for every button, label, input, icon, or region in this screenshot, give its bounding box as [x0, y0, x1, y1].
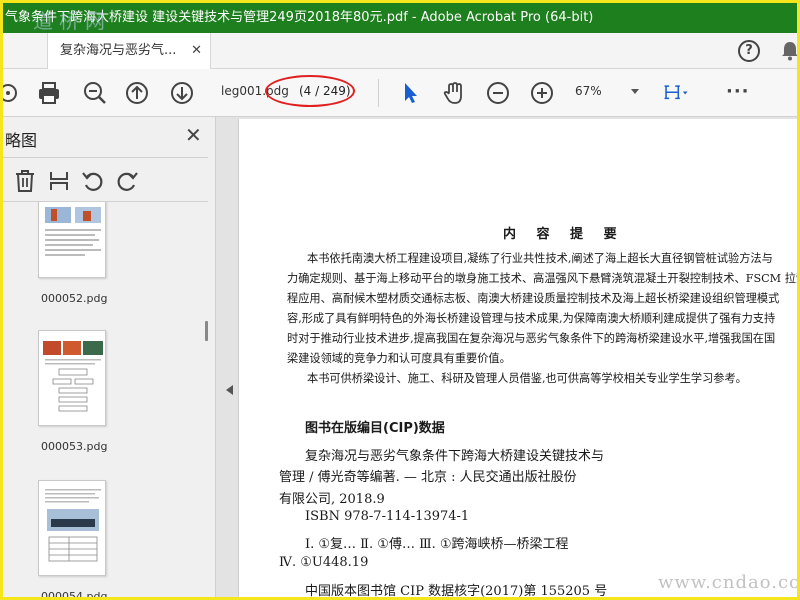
collapse-panel-icon[interactable] — [226, 385, 233, 395]
thumbnail-label: 000054.pdg — [41, 590, 108, 600]
cip-line: 中国版本图书馆 CIP 数据核字(2017)第 155205 号 — [305, 584, 608, 599]
zoom-dropdown[interactable]: 67% — [575, 84, 645, 98]
thumbnails-panel: 略图 ✕ 000052.pdg 000053.pdg 000054.pdg — [3, 117, 216, 600]
bell-icon[interactable] — [781, 41, 799, 61]
summary-line: 容,形成了具有鲜明特色的外海长桥建设管理与技术成果,为保障南澳大桥顺利建成提供了… — [287, 312, 776, 325]
document-tab-label: 复杂海况与恶劣气... — [60, 43, 177, 58]
cip-line: ISBN 978-7-114-13974-1 — [305, 509, 470, 524]
save-icon[interactable] — [0, 80, 21, 106]
rotate-left-icon[interactable] — [81, 169, 105, 193]
page-thumbnail[interactable] — [38, 202, 106, 278]
panel-scrollbar[interactable] — [205, 321, 208, 341]
annotation-circle — [265, 75, 355, 107]
cip-line: 管理 / 傅光奇等编著. — 北京 : 人民交通出版社股份 — [279, 470, 577, 485]
thumbnail-label: 000053.pdg — [41, 440, 108, 453]
window-titlebar: 气象条件下跨海大桥建设 建设关键技术与管理249页2018年80元.pdf - … — [3, 3, 797, 33]
page-thumbnail[interactable] — [38, 330, 106, 426]
thumbnail-image — [43, 341, 103, 412]
document-view: 内 容 提 要 本书依托南澳大桥工程建设项目,凝练了行业共性技术,阐述了海上超长… — [216, 117, 800, 599]
chevron-down-icon — [631, 89, 639, 94]
thumbnail-list: 000052.pdg 000053.pdg 000054.pdg — [3, 202, 208, 600]
thumbnail-image — [45, 489, 101, 562]
hand-tool-icon[interactable] — [441, 80, 467, 106]
toolbar-divider — [378, 79, 379, 107]
summary-line: 时对于推动行业技术进步,提高我国在复杂海况与恶劣气象条件下的跨海桥梁建设水平,增… — [287, 332, 776, 345]
zoom-value: 67% — [575, 84, 602, 98]
select-cursor-icon[interactable] — [397, 80, 423, 106]
panel-divider — [3, 157, 208, 158]
thumbnail-label: 000052.pdg — [41, 292, 108, 305]
thumbnail-image — [45, 207, 101, 256]
zoom-out-search-icon[interactable] — [82, 80, 108, 106]
main-toolbar: leg001.pdg (4 / 249) 67% ··· — [3, 69, 797, 117]
document-tab[interactable]: 复杂海况与恶劣气... ✕ — [47, 33, 211, 69]
previous-page-icon[interactable] — [124, 80, 150, 106]
window-title: 气象条件下跨海大桥建设 建设关键技术与管理249页2018年80元.pdf - … — [5, 10, 594, 25]
print-icon[interactable] — [36, 80, 62, 106]
delete-page-icon[interactable] — [13, 169, 37, 193]
panel-close-icon[interactable]: ✕ — [185, 123, 202, 147]
cip-line: 复杂海况与恶劣气象条件下跨海大桥建设关键技术与 — [305, 449, 605, 464]
document-page: 内 容 提 要 本书依托南澳大桥工程建设项目,凝练了行业共性技术,阐述了海上超长… — [238, 119, 800, 599]
watermark-bottom: www.cndao.com — [658, 572, 800, 593]
tab-close-icon[interactable]: ✕ — [191, 33, 202, 69]
more-tools-icon[interactable]: ··· — [726, 81, 750, 102]
app-window: 气象条件下跨海大桥建设 建设关键技术与管理249页2018年80元.pdf - … — [0, 0, 800, 600]
help-icon[interactable]: ? — [738, 40, 760, 62]
panel-title: 略图 — [5, 131, 38, 150]
summary-heading: 内 容 提 要 — [503, 227, 625, 242]
cip-line: 有限公司, 2018.9 — [279, 492, 385, 507]
rotate-right-icon[interactable] — [115, 169, 139, 193]
cip-title: 图书在版编目(CIP)数据 — [305, 421, 445, 436]
summary-line: 程应用、高耐候木塑材质交通标志板、南澳大桥建设质量控制技术及海上超长桥梁建设组织… — [287, 292, 780, 305]
page-layout-icon[interactable] — [47, 169, 71, 193]
summary-line: 力确定规则、基于海上移动平台的墩身施工技术、高温强风下悬臂浇筑混凝土开裂控制技术… — [287, 272, 800, 285]
zoom-in-icon[interactable] — [529, 80, 555, 106]
summary-line: 梁建设领域的竞争力和认可度具有重要价值。 — [287, 352, 511, 365]
next-page-icon[interactable] — [169, 80, 195, 106]
zoom-out-icon[interactable] — [485, 80, 511, 106]
cip-line: Ⅰ. ①复… Ⅱ. ①傅… Ⅲ. ①跨海峡桥—桥梁工程 — [305, 537, 569, 552]
summary-line: 本书可供桥梁设计、施工、科研及管理人员借鉴,也可供高等学校相关专业学生学习参考。 — [307, 372, 747, 385]
cip-line: Ⅳ. ①U448.19 — [279, 555, 369, 570]
tab-bar: 复杂海况与恶劣气... ✕ ? — [3, 33, 797, 69]
fit-page-icon[interactable] — [663, 80, 689, 106]
page-thumbnail[interactable] — [38, 480, 106, 576]
summary-line: 本书依托南澳大桥工程建设项目,凝练了行业共性技术,阐述了海上超长大直径钢管桩试验… — [307, 252, 773, 265]
